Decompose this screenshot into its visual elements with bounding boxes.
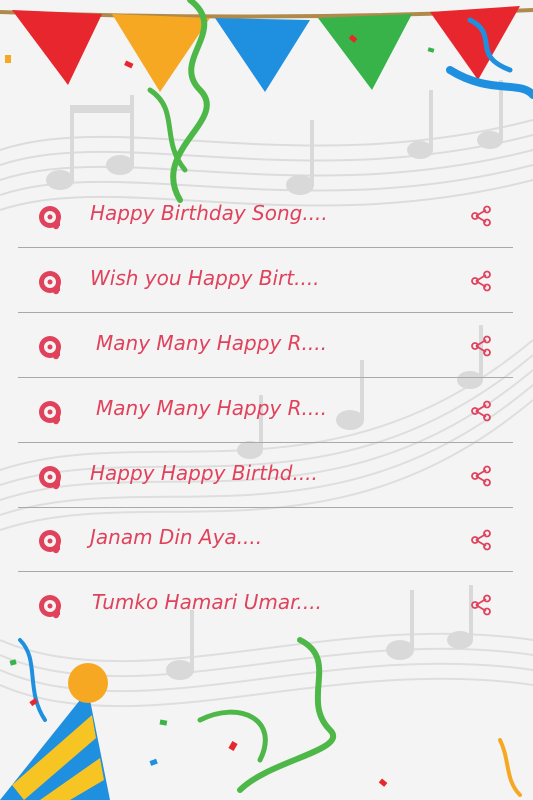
song-title: Happy Happy Birthd....: [90, 461, 318, 485]
song-title: Happy Birthday Song....: [90, 201, 328, 225]
song-title: Many Many Happy R....: [96, 331, 327, 355]
song-row-3[interactable]: Many Many Happy R....: [18, 314, 513, 378]
share-icon[interactable]: [470, 205, 492, 227]
share-icon[interactable]: [470, 594, 492, 616]
music-disc-icon: [39, 595, 61, 619]
song-title: Janam Din Aya....: [90, 525, 263, 549]
music-disc-icon: [39, 530, 61, 554]
share-icon[interactable]: [470, 529, 492, 551]
song-title: Many Many Happy R....: [96, 396, 327, 420]
song-row-2[interactable]: Wish you Happy Birt....: [18, 249, 513, 313]
share-icon[interactable]: [470, 270, 492, 292]
music-disc-icon: [39, 336, 61, 360]
song-row-4[interactable]: Many Many Happy R....: [18, 379, 513, 443]
song-list: Happy Birthday Song.... Wish you Happy B…: [0, 0, 533, 800]
song-row-6[interactable]: Janam Din Aya....: [18, 508, 513, 572]
song-title: Wish you Happy Birt....: [90, 266, 320, 290]
song-row-5[interactable]: Happy Happy Birthd....: [18, 444, 513, 508]
share-icon[interactable]: [470, 335, 492, 357]
song-row-1[interactable]: Happy Birthday Song....: [18, 184, 513, 248]
music-disc-icon: [39, 466, 61, 490]
song-row-7[interactable]: Tumko Hamari Umar....: [18, 573, 513, 637]
share-icon[interactable]: [470, 465, 492, 487]
music-disc-icon: [39, 401, 61, 425]
song-title: Tumko Hamari Umar....: [92, 590, 322, 614]
music-disc-icon: [39, 271, 61, 295]
share-icon[interactable]: [470, 400, 492, 422]
music-disc-icon: [39, 206, 61, 230]
